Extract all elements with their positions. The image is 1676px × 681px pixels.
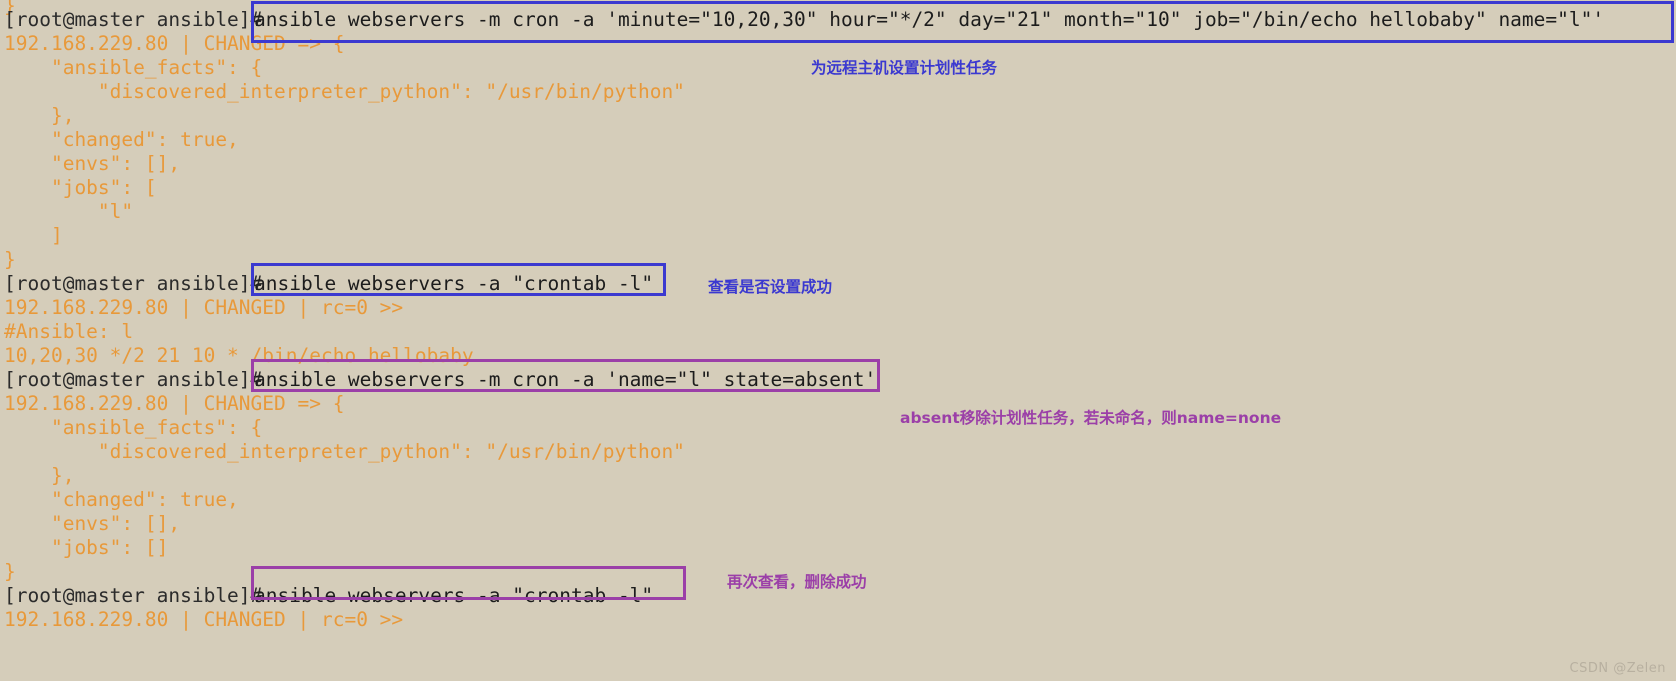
terminal-output-line: #Ansible: l (4, 320, 134, 343)
annotation-create-cron: 为远程主机设置计划性任务 (811, 59, 998, 77)
terminal-command: ansible webservers -m cron -a 'minute="1… (254, 8, 1605, 31)
terminal-window[interactable]: } [root@master ansible]# ansible webserve… (0, 0, 1676, 681)
terminal-output-line: "discovered_interpreter_python": "/usr/b… (4, 440, 685, 463)
terminal-output-line: } (4, 248, 16, 271)
annotation-absent-cron: absent移除计划性任务，若未命名，则name=none (900, 409, 1282, 427)
terminal-output-line: "ansible_facts": { (4, 416, 263, 439)
terminal-output-line: 192.168.229.80 | CHANGED => { (4, 392, 345, 415)
terminal-command: ansible webservers -a "crontab -l" (254, 584, 654, 607)
terminal-output-line: "ansible_facts": { (4, 56, 263, 79)
watermark: CSDN @Zelen (1569, 661, 1666, 676)
terminal-prompt: [root@master ansible]# (4, 8, 275, 31)
terminal-output-line: "changed": true, (4, 128, 239, 151)
terminal-prompt: [root@master ansible]# (4, 272, 275, 295)
terminal-output-line: }, (4, 464, 75, 487)
terminal-output-line: 192.168.229.80 | CHANGED | rc=0 >> (4, 296, 404, 319)
terminal-output-line: "discovered_interpreter_python": "/usr/b… (4, 80, 685, 103)
terminal-output-line: "jobs": [ (4, 176, 157, 199)
terminal-output-line: }, (4, 104, 75, 127)
terminal-prompt: [root@master ansible]# (4, 368, 275, 391)
terminal-output-line: 192.168.229.80 | CHANGED | rc=0 >> (4, 608, 404, 631)
terminal-output-line: "changed": true, (4, 488, 239, 511)
annotation-verify-cron: 查看是否设置成功 (708, 278, 833, 296)
terminal-output-line: "l" (4, 200, 134, 223)
terminal-prompt: [root@master ansible]# (4, 584, 275, 607)
terminal-output-line: ] (4, 224, 63, 247)
terminal-output-line: 192.168.229.80 | CHANGED => { (4, 32, 345, 55)
terminal-output-line: "envs": [], (4, 512, 181, 535)
terminal-output-line: "jobs": [] (4, 536, 169, 559)
terminal-command: ansible webservers -m cron -a 'name="l" … (254, 368, 877, 391)
terminal-command: ansible webservers -a "crontab -l" (254, 272, 654, 295)
terminal-output-line: 10,20,30 */2 21 10 * /bin/echo hellobaby (4, 344, 474, 367)
terminal-output-line: "envs": [], (4, 152, 181, 175)
terminal-output-line: } (4, 560, 16, 583)
annotation-verify-delete: 再次查看，删除成功 (727, 573, 867, 591)
